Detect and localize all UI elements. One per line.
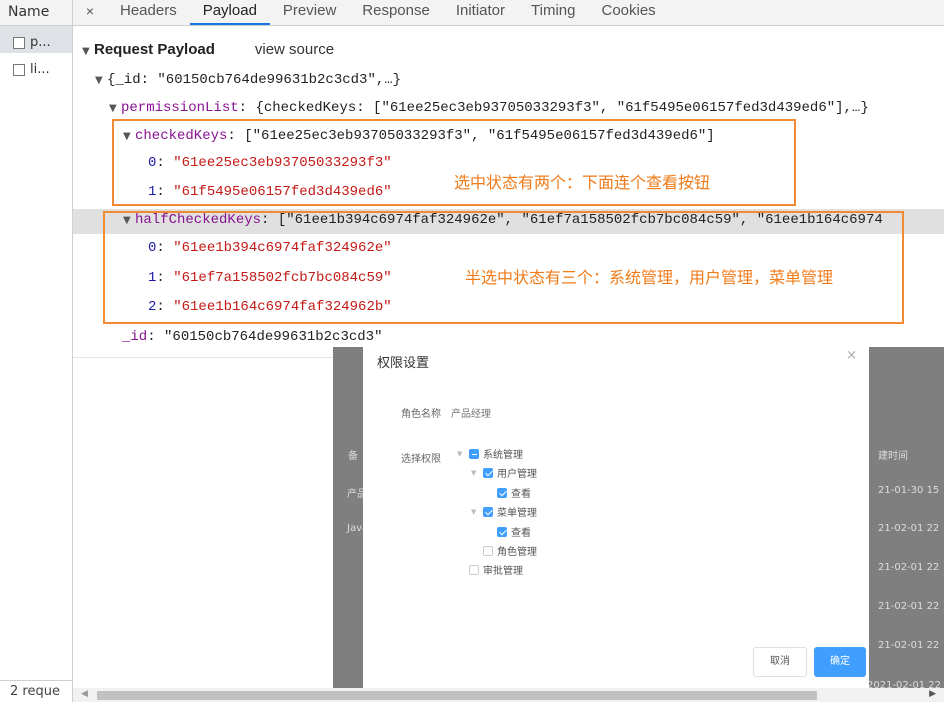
- request-checkbox[interactable]: [13, 36, 25, 49]
- tree-node[interactable]: ▼ 系统管理: [457, 446, 523, 461]
- tree-node-label: 用户管理: [497, 469, 537, 480]
- id-node: _id: "60150cb764de99631b2c3cd3": [122, 329, 383, 345]
- request-item-label: p...: [30, 35, 51, 50]
- tree-checkbox[interactable]: [497, 526, 507, 537]
- request-item[interactable]: li...: [0, 53, 72, 80]
- name-column-header[interactable]: Name: [0, 0, 72, 26]
- cancel-button[interactable]: 取消: [753, 647, 807, 677]
- tree-node[interactable]: 查看: [497, 524, 531, 539]
- scroll-right-icon[interactable]: ▶: [929, 689, 936, 699]
- tree-checkbox[interactable]: [483, 506, 493, 517]
- role-name-value: 产品经理: [451, 409, 491, 420]
- scroll-left-icon[interactable]: ◀: [81, 689, 88, 699]
- table-header-cell: 备: [348, 451, 358, 462]
- permission-list-node[interactable]: ▼ permissionList: {checkedKeys: ["61ee25e…: [109, 100, 869, 116]
- tree-node-label: 查看: [511, 489, 531, 500]
- table-cell: 21-02-01 22: [878, 562, 940, 573]
- tree-node-label: 系统管理: [483, 450, 523, 461]
- tab-preview[interactable]: Preview: [270, 0, 349, 25]
- caret-down-icon[interactable]: ▼: [471, 469, 479, 477]
- tree-node[interactable]: ▼ 菜单管理: [471, 504, 537, 519]
- section-title: Request Payload: [94, 41, 215, 58]
- table-cell: 21-02-01 22: [878, 601, 940, 612]
- view-source-link[interactable]: view source: [255, 41, 334, 58]
- tree-node-label: 菜单管理: [497, 508, 537, 519]
- table-cell: 21-01-30 15: [878, 485, 940, 496]
- tree-node[interactable]: 查看: [497, 485, 531, 500]
- close-icon[interactable]: ×: [73, 0, 107, 25]
- request-checkbox[interactable]: [13, 63, 25, 76]
- scrollbar-thumb[interactable]: [97, 691, 817, 700]
- json-key: permissionList: [121, 100, 239, 116]
- caret-down-icon[interactable]: ▼: [457, 450, 465, 458]
- table-header-cell: 建时间: [878, 451, 908, 462]
- json-key: _id: [122, 329, 148, 345]
- tree-checkbox[interactable]: [483, 467, 493, 478]
- tree-node[interactable]: ▼ 用户管理: [471, 465, 537, 480]
- confirm-button[interactable]: 确定: [814, 647, 866, 677]
- request-count: 2 reque: [0, 680, 72, 702]
- requests-panel: Name p... li... 2 reque: [0, 0, 73, 702]
- expand-triangle-icon[interactable]: ▼: [95, 75, 107, 86]
- expand-triangle-icon[interactable]: ▼: [109, 103, 121, 114]
- request-payload-header[interactable]: ▼ Request Payload view source: [82, 41, 334, 59]
- tree-checkbox[interactable]: [497, 487, 507, 498]
- caret-down-icon[interactable]: ▼: [471, 508, 479, 516]
- json-value: "60150cb764de99631b2c3cd3": [164, 329, 383, 345]
- request-item[interactable]: p...: [0, 26, 72, 53]
- expand-triangle-icon[interactable]: ▼: [82, 46, 94, 57]
- tab-payload[interactable]: Payload: [189, 0, 270, 25]
- horizontal-scrollbar[interactable]: ◀ ▶: [73, 688, 944, 702]
- tab-cookies[interactable]: Cookies: [588, 0, 668, 25]
- half-checked-annotation-text: 半选中状态有三个：系统管理，用户管理，菜单管理: [465, 268, 834, 287]
- tree-node-label: 角色管理: [497, 547, 537, 558]
- table-cell: 21-02-01 22: [878, 523, 940, 534]
- tab-timing[interactable]: Timing: [518, 0, 588, 25]
- table-cell: 21-02-01 22: [878, 640, 940, 651]
- checked-annotation-text: 选中状态有两个：下面连个查看按钮: [454, 173, 711, 192]
- dialog-title: 权限设置: [377, 356, 430, 371]
- permissions-label: 选择权限: [401, 454, 441, 465]
- tree-checkbox[interactable]: [469, 448, 479, 459]
- tree-node-label: 审批管理: [483, 566, 523, 577]
- permission-dialog: 权限设置 × 角色名称 产品经理 选择权限 ▼ 系统管理 ▼ 用户管理 查看 ▼…: [363, 344, 869, 692]
- close-icon[interactable]: ×: [846, 348, 857, 363]
- tab-headers[interactable]: Headers: [107, 0, 190, 25]
- tab-response[interactable]: Response: [349, 0, 443, 25]
- tree-checkbox[interactable]: [469, 564, 479, 575]
- root-summary: {_id: "60150cb764de99631b2c3cd3",…}: [107, 72, 402, 88]
- detail-tabs: × Headers Payload Preview Response Initi…: [73, 0, 944, 26]
- payload-view: ▼ Request Payload view source ▼ {_id: "6015…: [73, 27, 944, 702]
- request-item-label: li...: [30, 62, 50, 77]
- tab-initiator[interactable]: Initiator: [443, 0, 518, 25]
- tree-node[interactable]: 角色管理: [483, 543, 537, 558]
- tree-checkbox[interactable]: [483, 545, 493, 556]
- json-summary: {checkedKeys: ["61ee25ec3eb93705033293f3…: [255, 100, 869, 116]
- tree-node-label: 查看: [511, 528, 531, 539]
- role-name-label: 角色名称: [401, 409, 441, 420]
- tree-node[interactable]: 审批管理: [469, 562, 523, 577]
- payload-root[interactable]: ▼ {_id: "60150cb764de99631b2c3cd3",…}: [95, 72, 401, 88]
